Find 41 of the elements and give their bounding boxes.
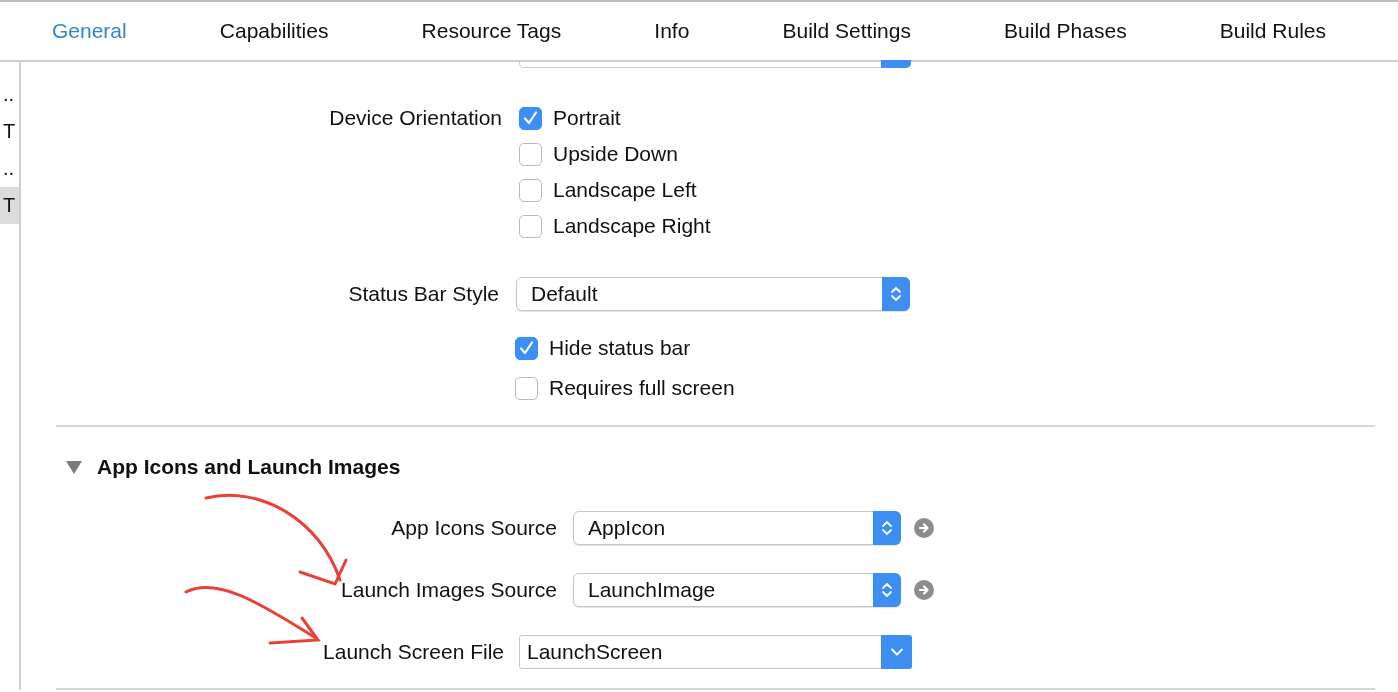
popup-button[interactable]: AppIcon (573, 510, 901, 545)
popup-button[interactable]: LaunchImage (573, 572, 901, 607)
sidebar-item[interactable]: T (0, 187, 19, 224)
checkbox[interactable] (519, 214, 542, 238)
tab[interactable]: Info (654, 15, 690, 47)
checkbox[interactable] (515, 336, 538, 360)
field-label: Launch Images Source (340, 576, 557, 603)
sidebar-item[interactable]: .. (0, 76, 19, 113)
section-title: App Icons and Launch Images (97, 454, 401, 480)
tab[interactable]: General (52, 15, 127, 47)
checkbox[interactable] (519, 178, 542, 202)
checkbox[interactable] (519, 142, 542, 166)
stepper-arrows-icon (881, 580, 893, 599)
field-label: Launch Screen File (322, 638, 504, 665)
tab[interactable]: Resource Tags (421, 15, 562, 47)
checkbox[interactable] (519, 106, 542, 130)
tab[interactable]: Build Rules (1219, 15, 1326, 47)
disclosure-triangle-down-icon[interactable] (66, 459, 82, 474)
sidebar-item[interactable]: T (0, 113, 19, 150)
chevron-down-icon (889, 646, 904, 657)
checkbox-label[interactable]: Landscape Left (553, 174, 697, 206)
field-label: App Icons Source (390, 514, 557, 541)
stepper-arrows-icon (890, 285, 902, 303)
tab[interactable]: Capabilities (219, 15, 329, 47)
arrow-circle-icon[interactable] (914, 517, 934, 538)
checkbox-label[interactable]: Hide status bar (549, 332, 691, 364)
tab[interactable]: Build Phases (1004, 15, 1127, 47)
arrow-circle-icon[interactable] (914, 579, 934, 600)
checkbox-label[interactable]: Landscape Right (553, 210, 711, 242)
sidebar-item[interactable]: .. (0, 150, 19, 187)
popup-field[interactable] (519, 60, 911, 68)
tab[interactable]: Build Settings (782, 15, 911, 47)
checkbox-label[interactable]: Portrait (553, 102, 621, 134)
combo-box[interactable]: LaunchScreen (519, 634, 912, 669)
checkbox-label[interactable]: Upside Down (553, 138, 678, 170)
checkbox-label[interactable]: Requires full screen (549, 372, 735, 404)
field-label: Status Bar Style (347, 281, 499, 308)
popup-button[interactable]: Default (516, 277, 910, 311)
field-label: Device Orientation (328, 105, 502, 131)
checkbox[interactable] (515, 376, 538, 400)
stepper-arrows-icon (881, 518, 893, 537)
